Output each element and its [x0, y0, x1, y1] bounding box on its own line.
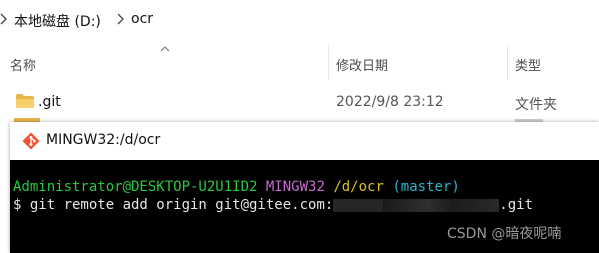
git-logo-icon — [22, 132, 40, 150]
watermark: CSDN @暗夜呢喃 — [447, 226, 562, 242]
prompt-line: Administrator@DESKTOP-U2U1ID2 MINGW32 /d… — [13, 178, 460, 196]
file-type: 文件夹 — [515, 97, 557, 113]
breadcrumb-folder[interactable]: ocr — [131, 11, 153, 27]
folder-icon — [16, 94, 34, 108]
terminal-title: MINGW32:/d/ocr — [46, 132, 161, 148]
command-suffix: .git — [499, 197, 534, 213]
breadcrumb: 本地磁盘 (D:) ocr — [0, 0, 599, 40]
redacted-region — [333, 198, 500, 212]
column-header: 名称 修改日期 类型 — [0, 45, 599, 80]
column-type[interactable]: 类型 — [515, 55, 541, 74]
chevron-right-icon[interactable] — [117, 11, 125, 27]
column-divider[interactable] — [328, 45, 329, 80]
column-divider[interactable] — [507, 45, 508, 80]
prompt-env: MINGW32 — [265, 179, 325, 195]
command-line: $ git remote add origin git@gitee.com: .g… — [13, 196, 533, 214]
prompt-user-host: Administrator@DESKTOP-U2U1ID2 — [13, 179, 258, 195]
file-row[interactable]: .git 2022/9/8 23:12 文件夹 — [0, 88, 599, 116]
prompt-path: /d/ocr — [333, 179, 384, 195]
column-name[interactable]: 名称 — [10, 55, 36, 74]
command-prefix: $ git remote add origin git@gitee.com: — [13, 197, 334, 213]
prompt-branch: (master) — [392, 179, 460, 195]
breadcrumb-drive[interactable]: 本地磁盘 (D:) — [14, 11, 101, 31]
sort-ascending-icon — [160, 46, 170, 52]
column-date[interactable]: 修改日期 — [336, 55, 388, 74]
terminal-titlebar[interactable]: MINGW32:/d/ocr — [10, 122, 599, 161]
chevron-right-icon[interactable] — [0, 11, 8, 27]
file-name: .git — [38, 94, 61, 110]
file-date: 2022/9/8 23:12 — [336, 94, 444, 110]
